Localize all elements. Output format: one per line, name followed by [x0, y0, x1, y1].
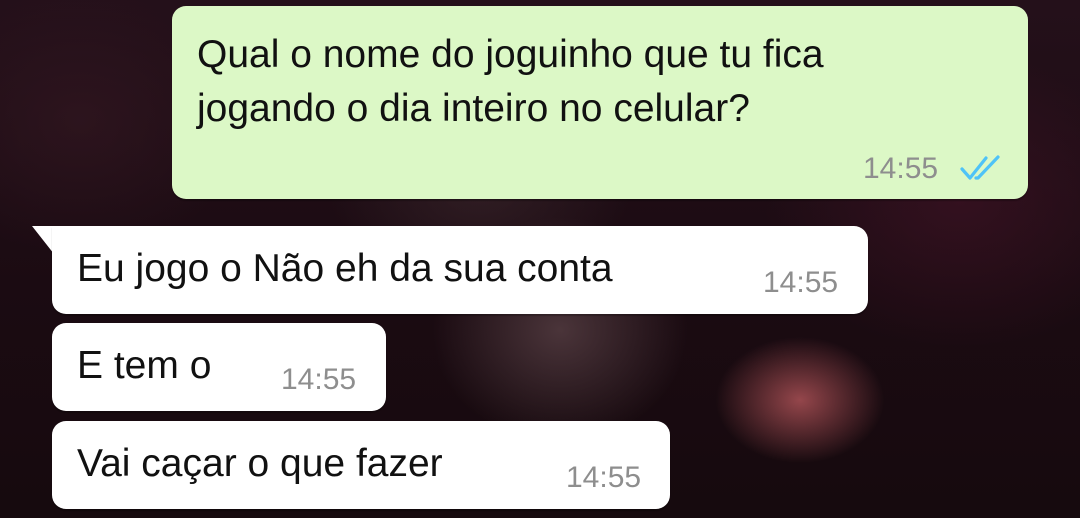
message-timestamp: 14:55 — [566, 461, 642, 494]
outgoing-message-bubble[interactable]: Qual o nome do joguinho que tu fica joga… — [172, 6, 1028, 199]
incoming-message-bubble[interactable]: Eu jogo o Não eh da sua conta 14:55 — [52, 226, 868, 314]
message-text: Vai caçar o que fazer — [77, 442, 443, 485]
double-check-icon — [960, 155, 1000, 180]
message-timestamp: 14:55 — [281, 363, 357, 396]
message-text: Eu jogo o Não eh da sua conta — [77, 247, 613, 290]
incoming-message-bubble[interactable]: E tem o 14:55 — [52, 323, 386, 411]
incoming-bubble-tail — [32, 226, 54, 254]
message-timestamp: 14:55 — [763, 266, 839, 299]
message-text-line-2: jogando o dia inteiro no celular? — [197, 87, 750, 130]
message-timestamp: 14:55 — [863, 152, 939, 185]
incoming-message-bubble[interactable]: Vai caçar o que fazer 14:55 — [52, 421, 670, 509]
message-text: E tem o — [77, 344, 212, 387]
message-text-line-1: Qual o nome do joguinho que tu fica — [197, 33, 824, 76]
